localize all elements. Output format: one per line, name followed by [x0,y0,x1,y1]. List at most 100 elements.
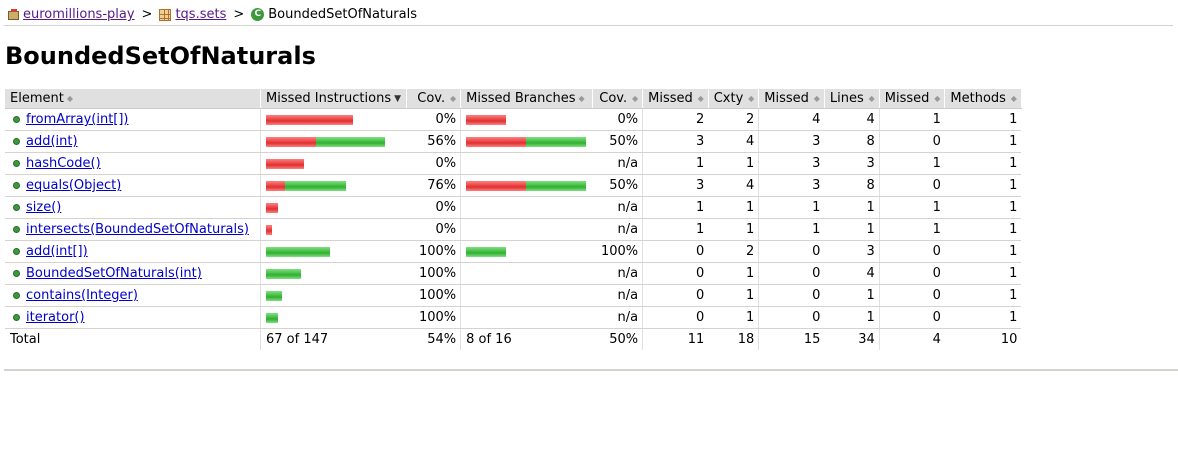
header-missed-lines[interactable]: Missed ◆ [758,89,825,109]
method-link[interactable]: intersects(BoundedSetOfNaturals) [26,222,249,237]
lines: 8 [824,174,880,197]
method-link[interactable]: size() [26,200,61,215]
branches-coverage: 0% [592,108,643,131]
branches-coverage: n/a [592,218,643,241]
covered-instructions-bar [266,246,330,257]
breadcrumb-package-link[interactable]: tqs.sets [175,7,226,22]
missed-complexity: 3 [642,174,709,197]
instructions-coverage: 0% [406,108,461,131]
missed-lines: 3 [758,130,825,153]
missed-complexity: 0 [642,262,709,285]
missed-complexity: 0 [642,240,709,263]
missed-lines: 3 [758,152,825,175]
branches-bar-cell [460,152,593,175]
methods: 1 [944,284,1022,307]
instructions-bar-cell [259,108,407,131]
instructions-bar-cell [259,196,407,219]
header-instructions-coverage[interactable]: Cov. ◆ [406,89,462,109]
missed-instructions-bar [266,224,272,235]
method-link[interactable]: fromArray(int[]) [26,112,129,127]
sort-icon: ◆ [748,94,755,103]
missed-lines: 0 [758,306,825,329]
missed-complexity: 2 [642,108,709,131]
breadcrumb: euromillions-play > tqs.sets > C Bounded… [4,4,1173,26]
missed-methods: 1 [878,218,945,241]
method-link[interactable]: iterator() [26,310,85,325]
instructions-bar-cell [259,306,407,329]
header-complexity[interactable]: Cxty ◆ [708,89,760,109]
complexity: 1 [708,262,759,285]
header-element[interactable]: Element ◆ [5,89,261,109]
header-branches-coverage[interactable]: Cov. ◆ [592,89,644,109]
covered-instructions-bar [266,268,301,279]
branches-bar-cell [460,196,593,219]
instructions-coverage: 100% [406,240,461,263]
lines: 1 [824,218,880,241]
missed-methods: 1 [878,196,945,219]
header-missed-complexity[interactable]: Missed ◆ [642,89,709,109]
sort-down-icon: ▼ [394,93,402,104]
table-row: add(int) 56% 50% 3 4 3 8 0 1 [5,130,1022,153]
method-link[interactable]: equals(Object) [26,178,121,193]
header-missed-instructions[interactable]: Missed Instructions ▼ [259,89,408,109]
header-methods[interactable]: Methods ◆ [944,89,1022,109]
sort-icon: ◆ [868,94,875,103]
complexity: 1 [708,218,759,241]
element-cell: BoundedSetOfNaturals(int) [5,262,261,285]
table-header-row: Element ◆ Missed Instructions ▼ Cov. ◆ Miss… [5,89,1022,109]
total-missed-methods: 4 [878,328,945,350]
total-instructions: 67 of 147 [259,328,407,350]
covered-branches-bar [526,136,587,147]
session-icon [8,9,19,20]
method-link[interactable]: add(int[]) [26,244,88,259]
element-cell: fromArray(int[]) [5,108,261,131]
breadcrumb-session-link[interactable]: euromillions-play [23,7,135,22]
header-missed-methods[interactable]: Missed ◆ [878,89,946,109]
method-link[interactable]: contains(Integer) [26,288,138,303]
methods: 1 [944,262,1022,285]
missed-methods: 1 [878,152,945,175]
breadcrumb-separator: > [141,7,153,22]
methods: 1 [944,196,1022,219]
instructions-bar-cell [259,152,407,175]
package-icon [159,8,172,21]
total-missed-lines: 15 [758,328,825,350]
missed-lines: 0 [758,262,825,285]
header-lines[interactable]: Lines ◆ [824,89,880,109]
total-methods: 10 [1000,332,1018,347]
methods: 1 [944,240,1022,263]
total-missed-complexity: 11 [642,328,709,350]
instructions-coverage: 76% [406,174,461,197]
missed-methods: 0 [878,306,945,329]
lines: 1 [824,196,880,219]
missed-complexity: 1 [642,152,709,175]
instructions-bar-cell [259,174,407,197]
methods: 1 [944,218,1022,241]
sort-icon: ◆ [449,94,457,103]
missed-branches-bar [466,114,507,125]
missed-methods: 0 [878,262,945,285]
branches-bar-cell [460,240,593,263]
table-row: fromArray(int[]) 0% 0% 2 2 4 4 1 1 [5,108,1022,131]
complexity: 1 [708,284,759,307]
method-icon [13,314,20,321]
method-icon [13,204,20,211]
covered-branches-bar [466,246,507,257]
sort-icon: ◆ [813,94,820,103]
method-icon [13,248,20,255]
methods: 1 [944,152,1022,175]
method-link[interactable]: add(int) [26,134,78,149]
covered-instructions-bar [266,290,282,301]
method-link[interactable]: hashCode() [26,156,101,171]
missed-methods: 0 [878,130,945,153]
table-row: contains(Integer) 100% n/a 0 1 0 1 0 1 [5,284,1022,307]
method-link[interactable]: BoundedSetOfNaturals(int) [26,266,202,281]
missed-complexity: 0 [642,284,709,307]
table-row: equals(Object) 76% 50% 3 4 3 8 0 1 [5,174,1022,197]
covered-branches-bar [526,180,587,191]
header-missed-branches[interactable]: Missed Branches ◆ [460,89,594,109]
table-row: BoundedSetOfNaturals(int) 100% n/a 0 1 0 4 0 1 [5,262,1022,285]
branches-bar-cell [460,284,593,307]
methods: 1 [944,108,1022,131]
total-branches: 8 of 16 [460,328,593,350]
